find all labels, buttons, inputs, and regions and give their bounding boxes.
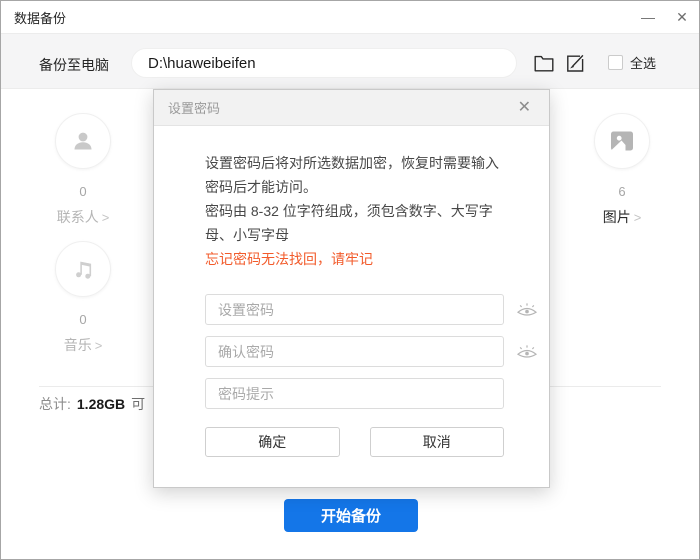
pictures-label[interactable]: 图片> xyxy=(577,207,667,227)
pictures-count: 6 xyxy=(577,184,667,199)
backup-destination-label: 备份至电脑 xyxy=(39,55,109,75)
set-password-input[interactable] xyxy=(205,294,504,325)
backup-summary: 总计: 1.28GB 可 xyxy=(39,394,145,414)
show-confirm-password-eye-icon[interactable] xyxy=(514,342,540,362)
ok-button[interactable]: 确定 xyxy=(205,427,340,457)
window-title: 数据备份 xyxy=(14,8,66,27)
dialog-close-icon[interactable]: ✕ xyxy=(514,98,535,118)
summary-truncated-text: 可 xyxy=(131,396,145,412)
open-folder-icon[interactable] xyxy=(533,53,555,73)
category-music[interactable]: 0 音乐> xyxy=(38,241,128,355)
password-description-line1: 设置密码后将对所选数据加密，恢复时需要输入密码后才能访问。 xyxy=(205,151,507,199)
show-password-eye-icon[interactable] xyxy=(514,300,540,320)
confirm-password-input[interactable] xyxy=(205,336,504,367)
category-contacts[interactable]: 0 联系人> xyxy=(38,113,128,227)
contacts-label[interactable]: 联系人> xyxy=(38,207,128,227)
set-password-dialog: 设置密码 ✕ 设置密码后将对所选数据加密，恢复时需要输入密码后才能访问。 密码由… xyxy=(153,89,550,488)
category-pictures[interactable]: 6 图片> xyxy=(577,113,667,227)
password-warning-text: 忘记密码无法找回，请牢记 xyxy=(205,247,504,271)
chevron-right-icon: > xyxy=(95,338,103,353)
backup-path-input[interactable] xyxy=(131,48,517,78)
select-all-label: 全选 xyxy=(630,53,656,72)
music-label[interactable]: 音乐> xyxy=(38,335,128,355)
window-controls: — ✕ xyxy=(631,1,699,33)
chevron-right-icon: > xyxy=(102,210,110,225)
password-description-line2: 密码由 8-32 位字符组成，须包含数字、大写字母、小写字母 xyxy=(205,199,507,247)
password-hint-input[interactable] xyxy=(205,378,504,409)
edit-path-icon[interactable] xyxy=(564,53,586,73)
chevron-right-icon: > xyxy=(634,210,642,225)
app-window: 数据备份 — ✕ 备份至电脑 全选 xyxy=(0,0,700,560)
music-icon xyxy=(55,241,111,297)
pictures-icon xyxy=(594,113,650,169)
dialog-buttons: 确定 取消 xyxy=(205,427,504,457)
dialog-body: 设置密码后将对所选数据加密，恢复时需要输入密码后才能访问。 密码由 8-32 位… xyxy=(154,126,549,457)
dialog-header: 设置密码 ✕ xyxy=(154,90,549,126)
password-hint-field-row xyxy=(205,378,504,409)
start-backup-button[interactable]: 开始备份 xyxy=(284,499,418,532)
select-all-control[interactable]: 全选 xyxy=(608,53,656,72)
password-fields: 确定 取消 xyxy=(205,294,504,457)
contacts-icon xyxy=(55,113,111,169)
close-icon[interactable]: ✕ xyxy=(665,1,699,33)
password-field-row xyxy=(205,294,504,325)
titlebar: 数据备份 — ✕ xyxy=(1,1,699,33)
minimize-icon[interactable]: — xyxy=(631,1,665,33)
music-count: 0 xyxy=(38,312,128,327)
select-all-checkbox[interactable] xyxy=(608,55,623,70)
total-label: 总计: xyxy=(39,396,71,412)
confirm-password-field-row xyxy=(205,336,504,367)
backup-toolbar: 备份至电脑 全选 xyxy=(1,33,699,89)
cancel-button[interactable]: 取消 xyxy=(370,427,505,457)
contacts-count: 0 xyxy=(38,184,128,199)
total-value: 1.28GB xyxy=(77,396,125,412)
dialog-title: 设置密码 xyxy=(168,98,220,117)
